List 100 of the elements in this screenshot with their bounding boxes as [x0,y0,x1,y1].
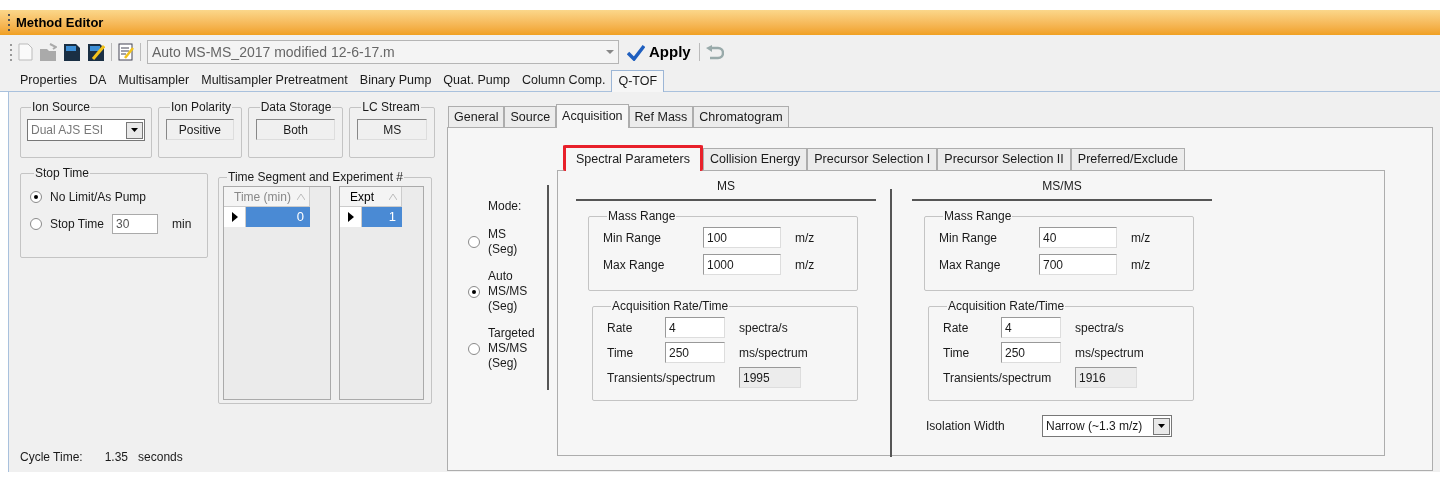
value-field[interactable]: 4 [1001,317,1061,338]
sub-tab[interactable]: Collision Energy [702,148,808,170]
window-title: Method Editor [16,13,104,32]
radio-button[interactable] [468,285,480,298]
caret-icon [130,127,139,133]
device-tab[interactable]: Binary Pump [353,69,438,91]
row-pointer-icon [347,212,354,222]
value-field[interactable]: 40 [1039,227,1117,248]
device-tab[interactable]: Properties [14,69,83,91]
isolation-width-dropdown[interactable]: Narrow (~1.3 m/z) [1042,415,1172,437]
device-tab[interactable]: Column Comp. [516,69,612,91]
grid-cell: 1 [362,207,402,227]
caret-icon [1157,423,1166,429]
stop-time-field[interactable]: 30 [112,214,159,234]
grid-cell: 0 [246,207,310,227]
sub-tab[interactable]: Precursor Selection II [937,148,1071,170]
radio-button[interactable] [30,218,42,230]
field-label: Transients/spectrum [607,369,717,387]
value-field[interactable]: 100 [703,227,781,248]
unit-label: ms/spectrum [1075,344,1144,362]
field-label: Transients/spectrum [943,369,1053,387]
method-tab[interactable]: Chromatogram [693,106,789,127]
unit-label: m/z [795,229,815,247]
group-label: LC Stream [361,99,421,116]
radio-button[interactable] [468,342,480,355]
group-label: Acquisition Rate/Time [947,298,1066,315]
new-file-icon[interactable] [18,43,33,61]
sub-tab[interactable]: Precursor Selection I [807,148,938,170]
group-label: Mass Range [943,208,1013,225]
grid-row[interactable]: 1 [340,207,402,227]
status-readout: Positive [166,119,234,140]
radio-button[interactable] [30,191,42,203]
option-label: Auto MS/MS (Seg) [488,269,528,314]
value-field[interactable]: 250 [1001,342,1061,363]
readonly-field: 1995 [739,367,801,388]
unit-label: m/z [1131,229,1151,247]
unit-label: spectra/s [1075,319,1124,337]
unit-label: m/z [1131,256,1151,274]
unit-label: ms/spectrum [739,344,808,362]
status-readout: MS [357,119,427,140]
unit-label: m/z [795,256,815,274]
sub-tab[interactable]: Preferred/Exclude [1070,148,1185,170]
group-label: Time Segment and Experiment # [227,169,404,186]
dropdown-button[interactable] [126,121,143,139]
field-label: Time [943,344,971,362]
section-heading: MS [717,178,735,195]
cycle-time-value: 1.35 [104,449,129,466]
caret-icon [606,50,614,54]
section-heading: MS/MS [1042,178,1082,195]
value-field[interactable]: 1000 [703,254,781,275]
field-label: Isolation Width [926,418,1006,435]
group-label: Ion Polarity [170,99,233,116]
device-tab[interactable]: Quat. Pump [437,69,517,91]
row-pointer-icon [231,212,238,222]
method-tab[interactable]: Ref Mass [628,106,694,127]
method-tab[interactable]: Acquisition [556,104,629,128]
checkmark-icon [627,43,645,61]
device-tab[interactable]: Q-TOF [611,70,665,92]
field-label: Rate [607,319,634,337]
field-label: Max Range [603,256,666,274]
readonly-field: 1916 [1075,367,1137,388]
undo-icon[interactable] [705,44,724,60]
radio-button[interactable] [468,236,480,248]
unit-label: min [172,216,192,233]
grid-row[interactable]: 0 [224,207,310,227]
method-tab[interactable]: Source [504,106,557,127]
group-label: Data Storage [259,99,333,116]
method-dropdown[interactable]: Auto MS-MS_2017 modified 12-6-17.m [147,40,619,64]
method-tab[interactable]: General [448,106,505,127]
cycle-time-label: Cycle Time: [20,449,83,466]
group-label: Mass Range [607,208,677,225]
value-field[interactable]: 700 [1039,254,1117,275]
apply-button[interactable]: Apply [625,40,693,64]
device-tab[interactable]: DA [83,69,113,91]
ion-source-dropdown[interactable]: Dual AJS ESI [27,119,145,141]
field-label: Min Range [939,229,999,247]
status-readout: Both [255,119,336,140]
group-label: Acquisition Rate/Time [611,298,730,315]
group-label: Stop Time [34,165,91,182]
column-header[interactable]: Expt [340,187,402,207]
option-label: Targeted MS/MS (Seg) [488,326,535,371]
option-label: MS (Seg) [488,227,518,257]
value-field[interactable]: 250 [665,342,725,363]
option-label: No Limit/As Pump [50,189,147,206]
device-tab[interactable]: Multisampler Pretreatment [195,69,354,91]
open-folder-icon[interactable] [39,43,57,61]
sub-tab[interactable]: Spectral Parameters [563,145,703,171]
field-label: Rate [943,319,970,337]
mode-label: Mode: [487,198,523,215]
edit-document-icon[interactable] [118,43,134,61]
save-icon[interactable] [63,42,81,62]
value-field[interactable]: 4 [665,317,725,338]
field-label: Min Range [603,229,663,247]
option-label: Stop Time [50,216,105,233]
group-label: Ion Source [31,99,92,116]
field-label: Time [607,344,635,362]
device-tab[interactable]: Multisampler [112,69,196,91]
dropdown-button[interactable] [1153,417,1170,435]
save-as-icon[interactable] [87,42,105,62]
unit-label: spectra/s [739,319,788,337]
